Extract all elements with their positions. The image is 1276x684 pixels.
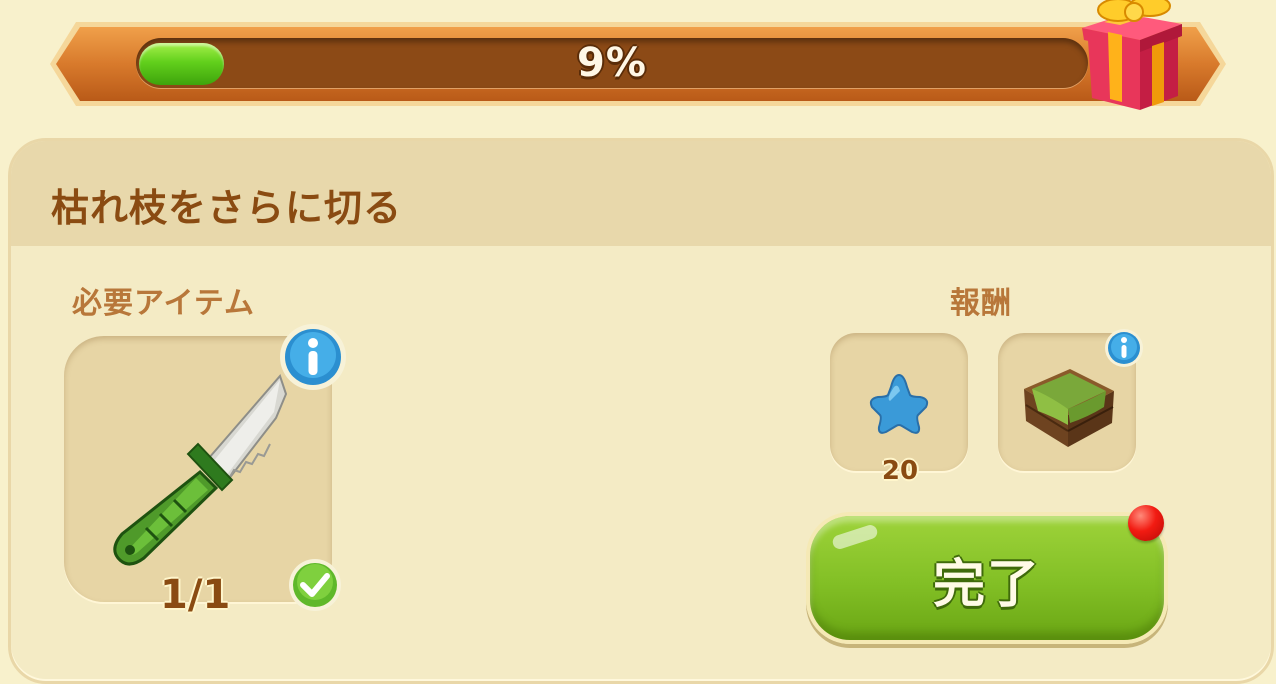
progress-banner: 9% (48, 0, 1228, 110)
gift-box-icon[interactable] (1078, 0, 1188, 114)
checkmark-icon (289, 559, 341, 611)
complete-button-label: 完了 (932, 555, 1041, 615)
notification-dot (1128, 505, 1164, 541)
rewards-label: 報酬 (950, 286, 1012, 321)
complete-button[interactable]: 完了 (806, 512, 1168, 644)
panel-header: 枯れ枝をさらに切る (11, 141, 1271, 246)
task-title: 枯れ枝をさらに切る (51, 186, 403, 230)
reward-card-star[interactable] (830, 333, 968, 471)
moss-crate-icon (1024, 369, 1114, 447)
knife-icon (113, 374, 288, 566)
progress-track: 9% (136, 38, 1088, 88)
info-icon[interactable] (1104, 328, 1144, 368)
required-items-label: 必要アイテム (72, 286, 255, 321)
info-icon[interactable] (278, 322, 348, 392)
required-item-count: 1/1 (160, 572, 231, 618)
reward-amount: 20 (881, 456, 919, 486)
progress-percent: 9% (577, 40, 647, 86)
blue-star-icon (869, 373, 929, 434)
